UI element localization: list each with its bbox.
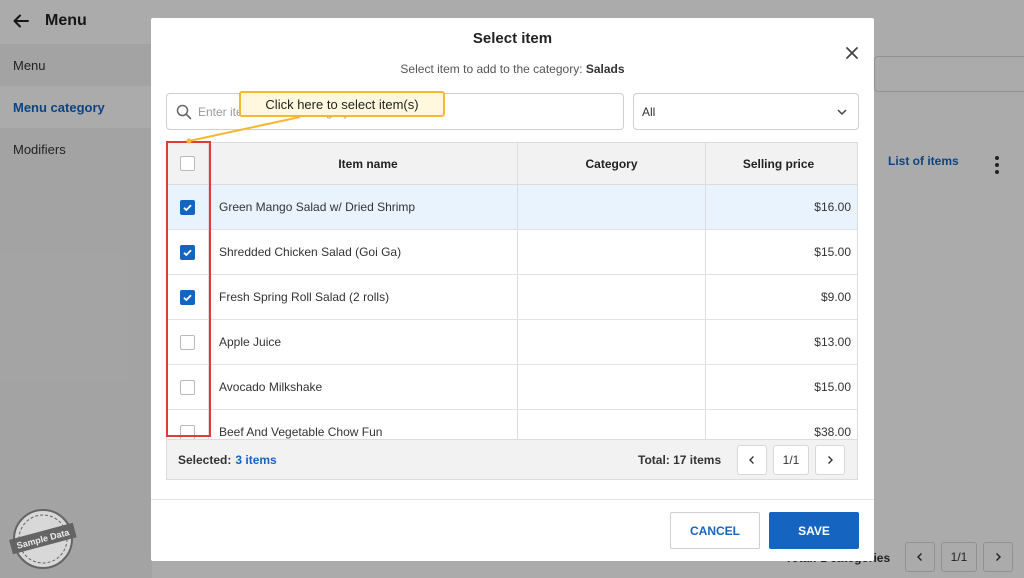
item-price-cell: $9.00 <box>820 290 851 304</box>
row-check-cell <box>167 320 209 364</box>
table-body: Green Mango Salad w/ Dried Shrimp $16.00… <box>167 185 857 439</box>
item-name-cell: Green Mango Salad w/ Dried Shrimp <box>209 185 518 229</box>
category-filter-select[interactable]: All <box>633 93 859 130</box>
row-checkbox[interactable] <box>180 199 195 215</box>
header-check-cell <box>167 143 209 184</box>
column-header-selling-price[interactable]: Selling price <box>706 143 857 184</box>
table-row[interactable]: Shredded Chicken Salad (Goi Ga) $15.00 <box>167 230 857 275</box>
modal-subtitle: Select item to add to the category: Sala… <box>151 62 874 76</box>
modal-title: Select item <box>472 30 553 47</box>
modal-subtitle-prefix: Select item to add to the category: <box>400 62 583 76</box>
row-checkbox[interactable] <box>180 244 195 260</box>
item-category-cell <box>518 365 706 409</box>
item-price-cell: $16.00 <box>814 200 851 214</box>
row-checkbox[interactable] <box>180 289 195 305</box>
column-header-item-name[interactable]: Item name <box>209 143 518 184</box>
row-checkbox[interactable] <box>180 424 195 439</box>
selected-label: Selected: <box>178 453 232 467</box>
next-page-button[interactable] <box>815 445 845 475</box>
total-items: Total: 17 items <box>638 453 722 467</box>
modal-subtitle-category: Salads <box>585 62 625 76</box>
row-checkbox[interactable] <box>180 334 195 350</box>
item-price-cell: $38.00 <box>814 425 851 439</box>
save-button[interactable]: SAVE <box>769 512 859 549</box>
item-name-cell: Avocado Milkshake <box>209 365 518 409</box>
table-row[interactable]: Green Mango Salad w/ Dried Shrimp $16.00 <box>167 185 857 230</box>
item-name-cell: Shredded Chicken Salad (Goi Ga) <box>209 230 518 274</box>
row-checkbox[interactable] <box>180 379 195 395</box>
checkmark-icon <box>183 204 192 211</box>
selected-summary: Selected: 3 items <box>178 453 277 467</box>
row-check-cell <box>167 185 209 229</box>
page-indicator: 1/1 <box>773 445 809 475</box>
prev-page-button[interactable] <box>737 445 767 475</box>
chevron-down-icon <box>837 109 847 116</box>
checkmark-icon <box>183 249 192 256</box>
item-price-cell: $15.00 <box>814 380 851 394</box>
item-name-cell: Apple Juice <box>209 320 518 364</box>
close-icon[interactable] <box>844 45 860 61</box>
checkmark-icon <box>183 294 192 301</box>
filter-selected-value: All <box>642 104 656 119</box>
item-name-cell: Beef And Vegetable Chow Fun <box>209 410 518 439</box>
item-category-cell <box>518 275 706 319</box>
item-category-cell <box>518 410 706 439</box>
chevron-right-icon <box>828 456 833 464</box>
annotation-callout: Click here to select item(s) <box>239 91 445 117</box>
item-category-cell <box>518 320 706 364</box>
item-price-cell: $13.00 <box>814 335 851 349</box>
table-row[interactable]: Beef And Vegetable Chow Fun $38.00 <box>167 410 857 439</box>
chevron-left-icon <box>749 456 754 464</box>
cancel-button[interactable]: CANCEL <box>670 512 760 549</box>
sample-data-watermark: Sample Data <box>9 509 77 569</box>
items-table: Item name Category Selling price Green M… <box>166 142 858 440</box>
row-check-cell <box>167 230 209 274</box>
row-check-cell <box>167 275 209 319</box>
modal-divider <box>151 499 874 500</box>
item-category-cell <box>518 230 706 274</box>
table-header: Item name Category Selling price <box>167 143 857 185</box>
table-row[interactable]: Avocado Milkshake $15.00 <box>167 365 857 410</box>
item-category-cell <box>518 185 706 229</box>
item-price-cell: $15.00 <box>814 245 851 259</box>
selected-count-link[interactable]: 3 items <box>235 453 276 467</box>
row-check-cell <box>167 365 209 409</box>
select-all-checkbox[interactable] <box>180 156 195 171</box>
item-name-cell: Fresh Spring Roll Salad (2 rolls) <box>209 275 518 319</box>
table-row[interactable]: Fresh Spring Roll Salad (2 rolls) $9.00 <box>167 275 857 320</box>
modal-pagination: 1/1 <box>737 445 845 475</box>
table-footer: Selected: 3 items Total: 17 items 1/1 <box>166 440 858 480</box>
column-header-category[interactable]: Category <box>518 143 706 184</box>
table-row[interactable]: Apple Juice $13.00 <box>167 320 857 365</box>
search-icon <box>176 104 192 120</box>
row-check-cell <box>167 410 209 439</box>
